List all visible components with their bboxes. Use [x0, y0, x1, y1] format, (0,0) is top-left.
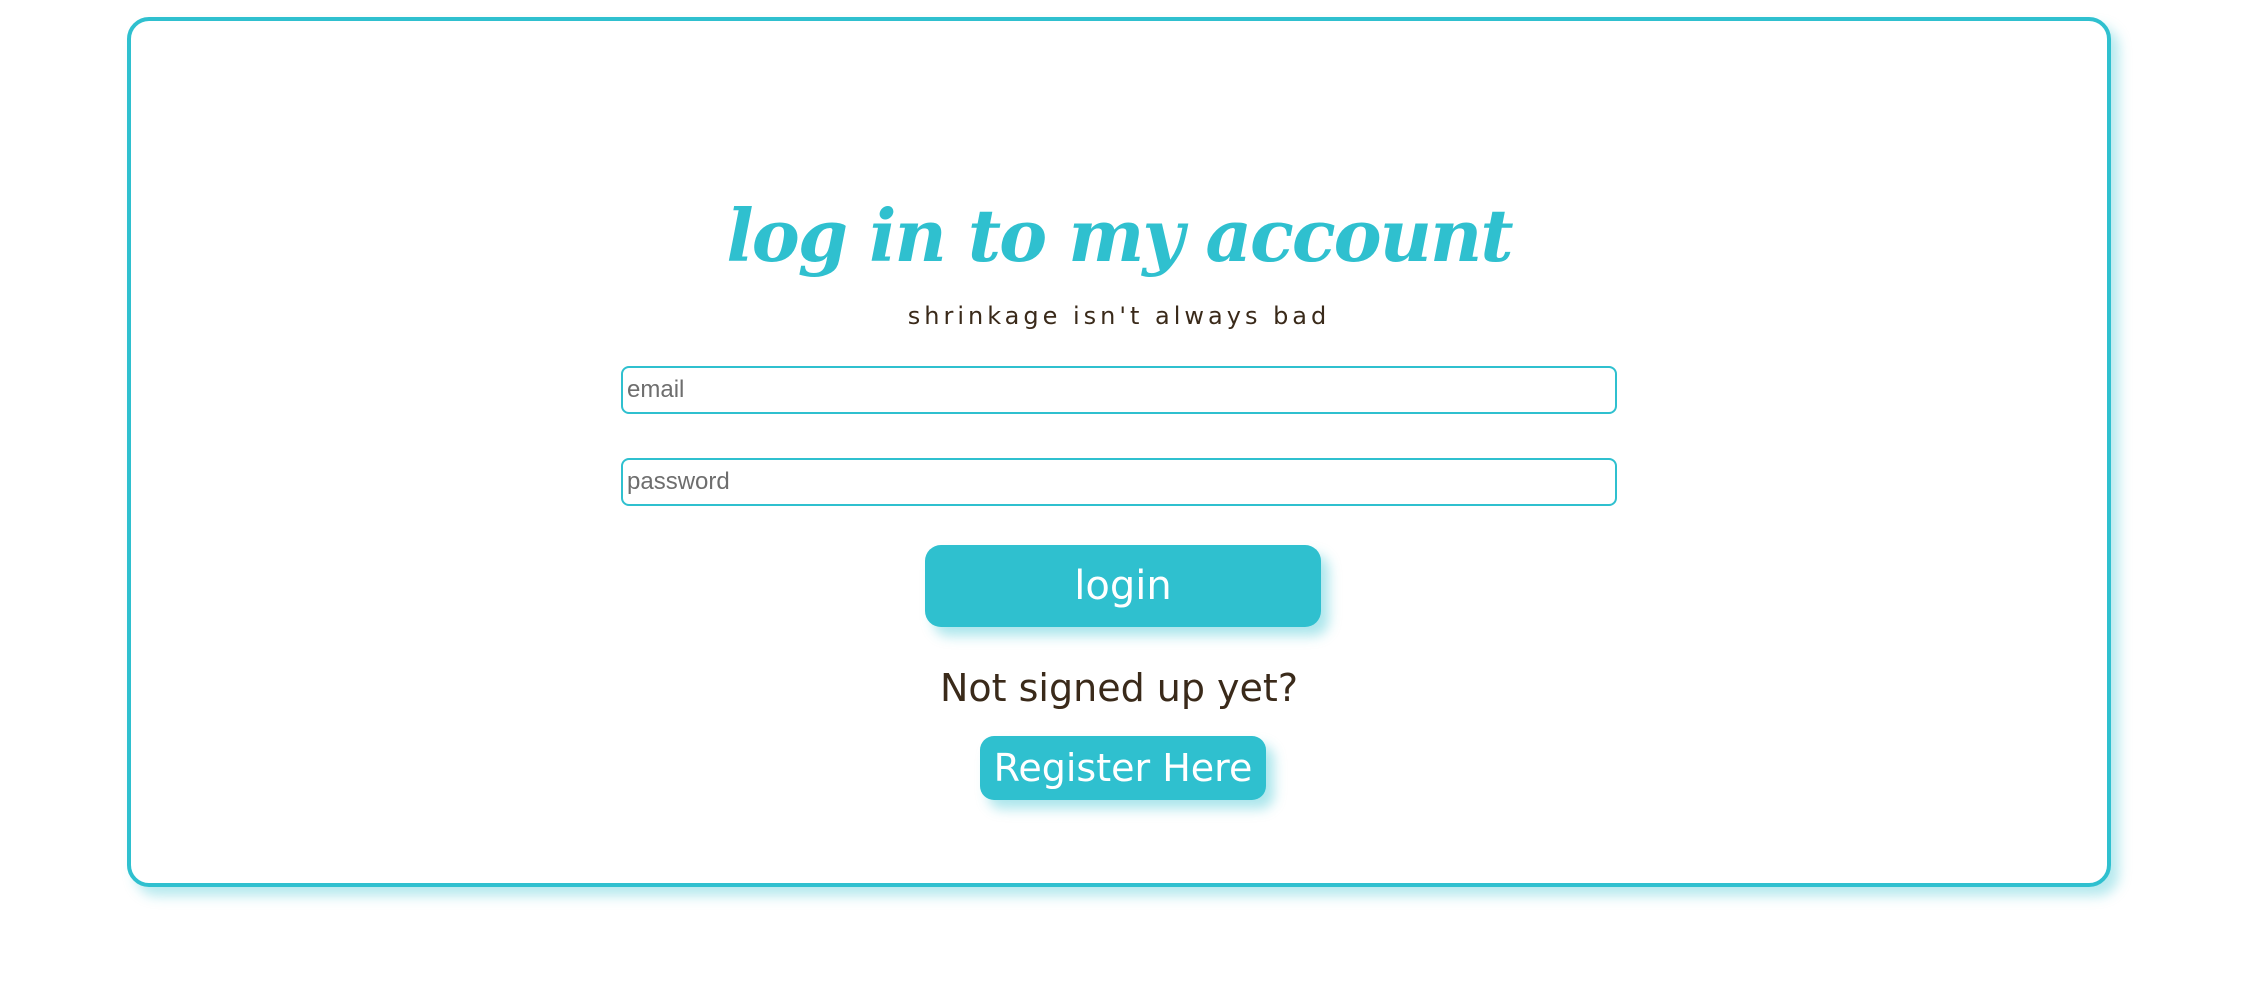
page-title: log in to my account — [726, 193, 1513, 278]
email-field[interactable] — [621, 366, 1617, 414]
signup-prompt: Not signed up yet? — [939, 666, 1298, 710]
login-button[interactable]: login — [925, 545, 1321, 627]
register-button[interactable]: Register Here — [980, 736, 1266, 800]
login-card: log in to my account shrinkage isn't alw… — [127, 17, 2111, 887]
page-subtitle: shrinkage isn't always bad — [907, 302, 1331, 330]
password-field[interactable] — [621, 458, 1617, 506]
